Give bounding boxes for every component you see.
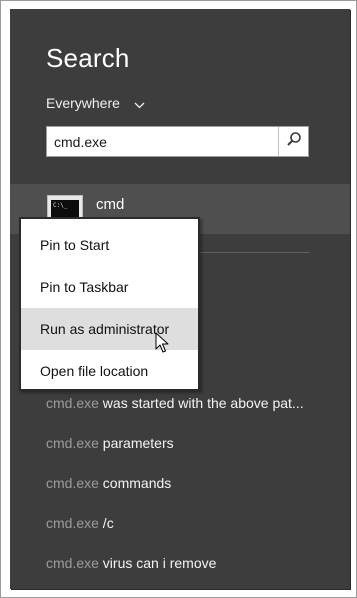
results-divider	[200, 252, 310, 253]
menu-item-run-as-administrator[interactable]: Run as administrator	[21, 308, 198, 350]
screenshot-frame: Search Everywhere C:\_ cmd	[0, 0, 357, 598]
search-icon	[286, 131, 302, 152]
search-button[interactable]	[278, 127, 308, 156]
search-scope-label: Everywhere	[46, 95, 120, 111]
search-title: Search	[46, 43, 130, 73]
menu-item-open-file-location[interactable]: Open file location	[21, 350, 198, 392]
mouse-cursor-icon	[155, 332, 169, 359]
suggestion-item[interactable]: cmd.exe virus can i remove	[46, 555, 216, 571]
chevron-down-icon	[134, 96, 145, 112]
suggestion-item[interactable]: cmd.exe was started with the above pat..…	[46, 395, 304, 411]
suggestion-item[interactable]: cmd.exe commands	[46, 475, 171, 491]
search-scope-dropdown[interactable]: Everywhere	[46, 95, 145, 112]
menu-item-pin-to-start[interactable]: Pin to Start	[21, 224, 198, 266]
search-input[interactable]	[47, 127, 282, 156]
suggestion-item[interactable]: cmd.exe /c	[46, 515, 114, 531]
top-result-label: cmd	[96, 196, 125, 213]
suggestion-item[interactable]: cmd.exe parameters	[46, 435, 174, 451]
search-box	[46, 126, 309, 157]
context-menu: Pin to Start Pin to Taskbar Run as admin…	[19, 217, 200, 391]
menu-item-pin-to-taskbar[interactable]: Pin to Taskbar	[21, 266, 198, 308]
